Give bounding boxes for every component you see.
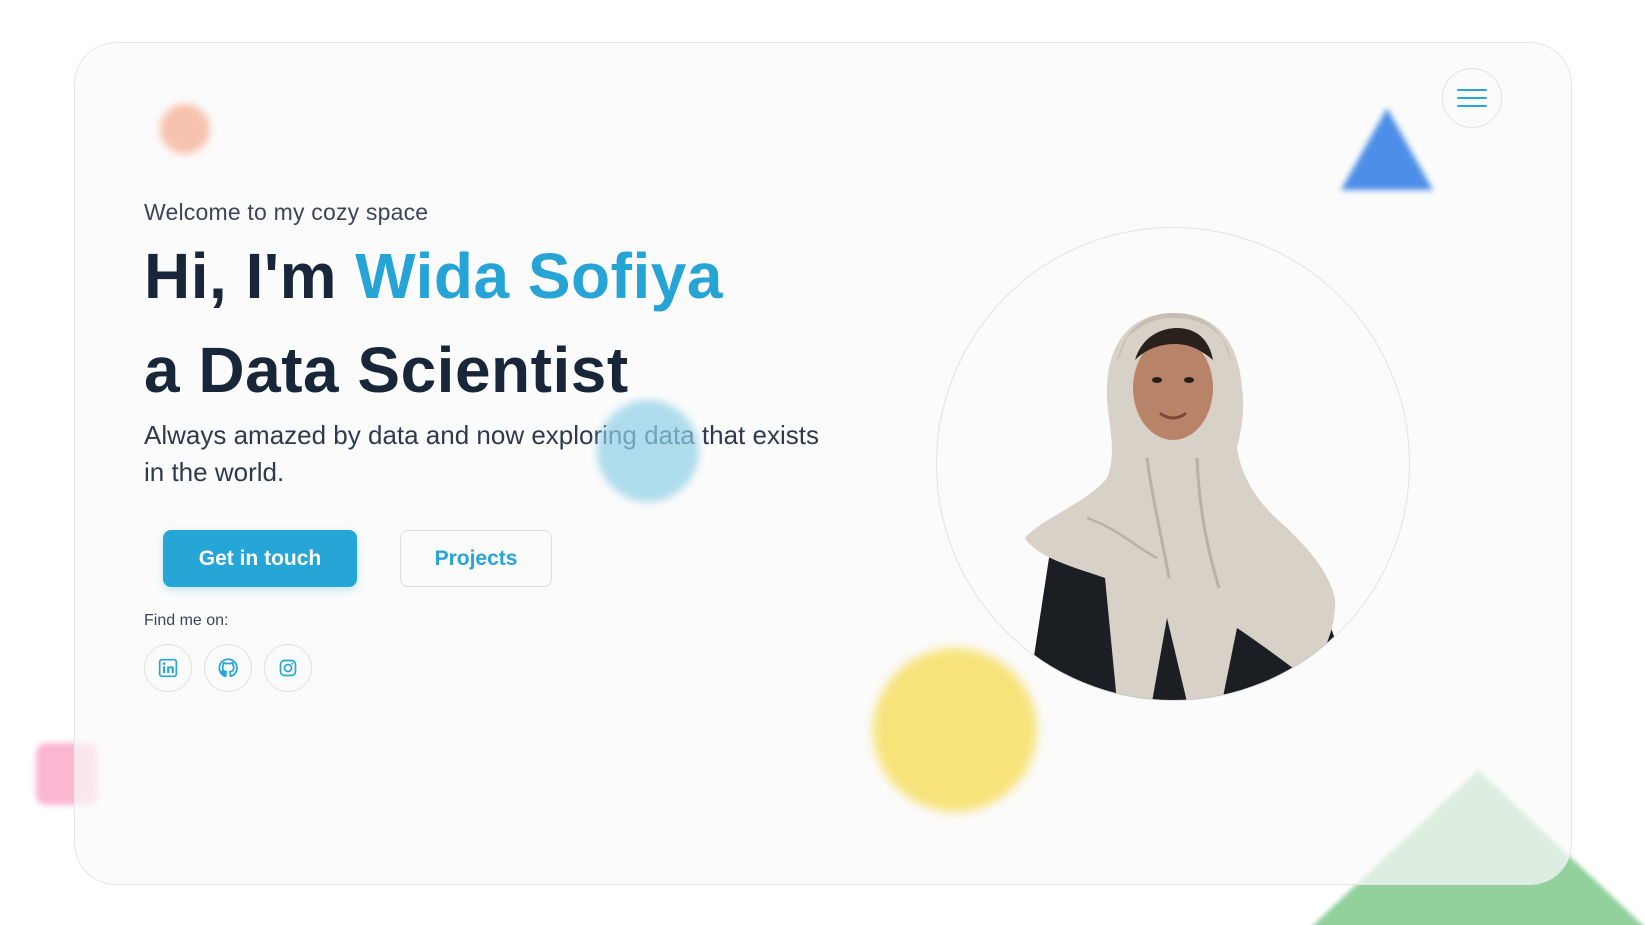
headline-role: a Data Scientist	[144, 334, 629, 406]
social-links	[144, 644, 312, 692]
owner-name: Wida Sofiya	[355, 240, 723, 312]
peach-circle-decoration	[160, 104, 210, 154]
instagram-link[interactable]	[264, 644, 312, 692]
menu-button[interactable]	[1442, 68, 1502, 128]
headline-greeting: Hi, I'm Wida Sofiya	[144, 229, 864, 323]
get-in-touch-button[interactable]: Get in touch	[163, 530, 357, 587]
projects-button[interactable]: Projects	[400, 530, 552, 587]
linkedin-icon	[158, 658, 178, 678]
profile-photo-frame	[936, 227, 1410, 701]
profile-photo	[1025, 313, 1357, 700]
greeting-text: Hi, I'm	[144, 240, 356, 312]
hero-text: Welcome to my cozy space Hi, I'm Wida So…	[144, 195, 864, 491]
hamburger-menu-icon	[1457, 83, 1487, 113]
cyan-circle-decoration	[597, 400, 699, 502]
yellow-circle-decoration	[873, 648, 1037, 812]
page: Welcome to my cozy space Hi, I'm Wida So…	[0, 0, 1645, 925]
blue-triangle-decoration	[1341, 108, 1433, 190]
find-me-label: Find me on:	[144, 612, 229, 629]
instagram-icon	[279, 659, 297, 677]
welcome-text: Welcome to my cozy space	[144, 199, 429, 225]
github-link[interactable]	[204, 644, 252, 692]
linkedin-link[interactable]	[144, 644, 192, 692]
github-icon	[218, 658, 238, 678]
tagline-text: Always amazed by data and now exploring …	[144, 420, 819, 487]
